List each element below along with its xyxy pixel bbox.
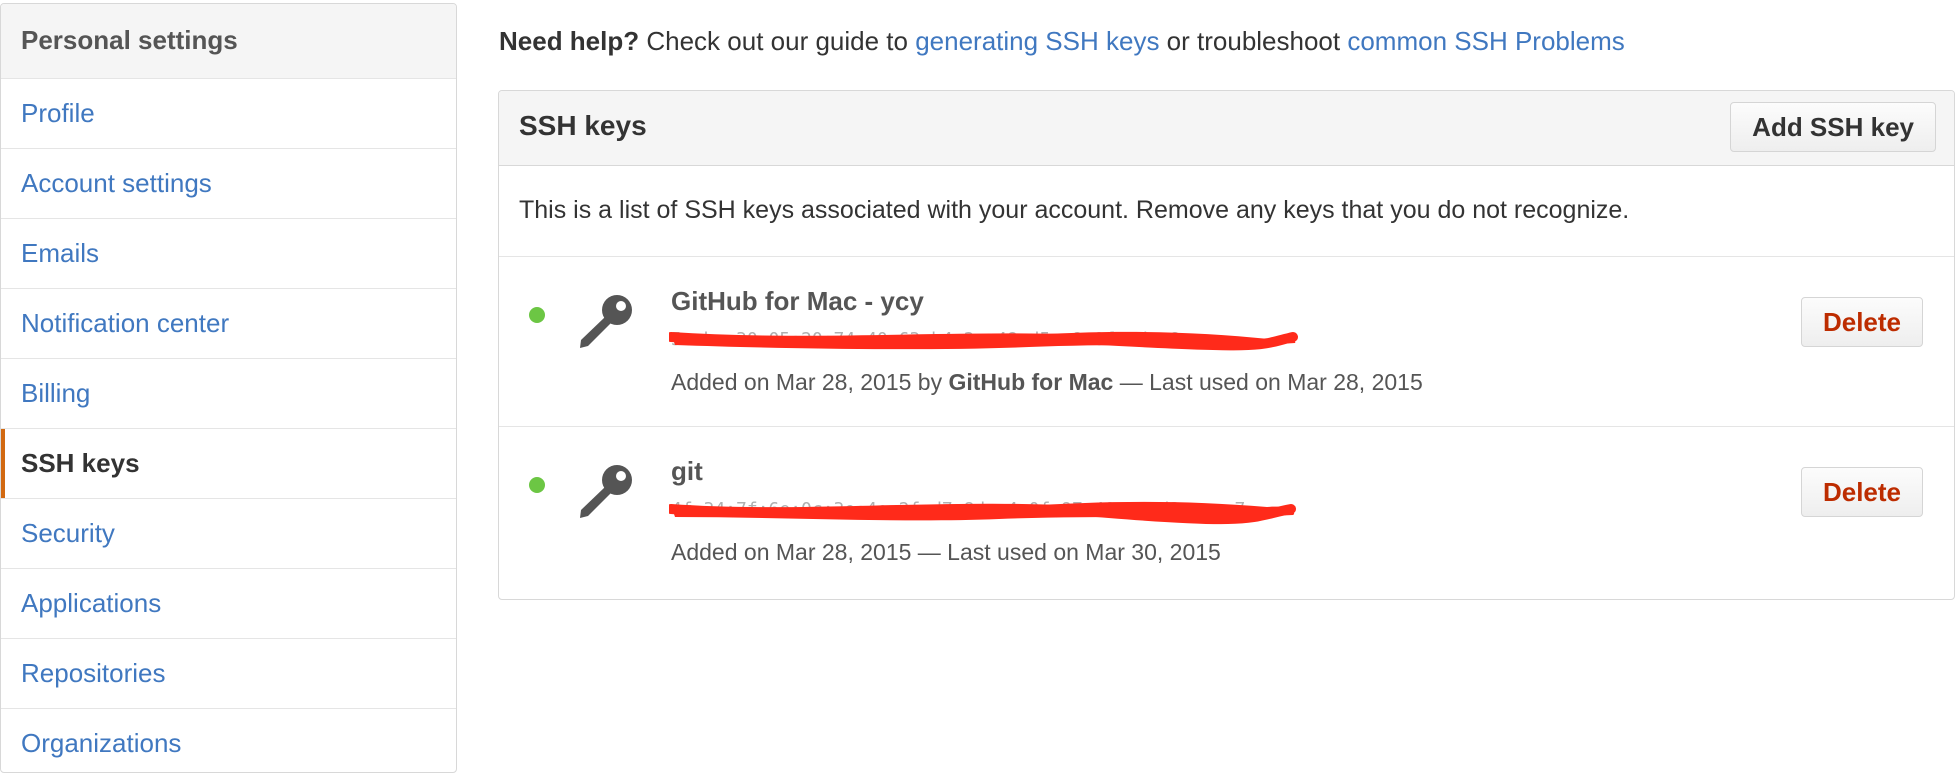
- generating-ssh-keys-link[interactable]: generating SSH keys: [915, 26, 1159, 56]
- help-text: Need help? Check out our guide to genera…: [499, 26, 1625, 57]
- redaction-scribble: [669, 501, 1296, 525]
- status-dot: [529, 477, 545, 493]
- delete-key-button[interactable]: Delete: [1801, 467, 1923, 517]
- ssh-keys-panel: SSH keys Add SSH key This is a list of S…: [498, 90, 1955, 600]
- help-text-part2: or troubleshoot: [1159, 26, 1348, 56]
- ssh-key-row: git 4f:34:7f:6e:0c:3e:4e:2f:d7:8d:e4:0f:…: [499, 427, 1954, 597]
- key-icon: [580, 465, 632, 518]
- key-meta: Added on Mar 28, 2015 — Last used on Mar…: [671, 539, 1221, 566]
- common-ssh-problems-link[interactable]: common SSH Problems: [1347, 26, 1624, 56]
- key-last-used: — Last used on Mar 28, 2015: [1113, 369, 1423, 395]
- panel-header: SSH keys Add SSH key: [499, 91, 1954, 166]
- delete-key-button[interactable]: Delete: [1801, 297, 1923, 347]
- key-added-date: Added on Mar 28, 2015 by: [671, 369, 949, 395]
- key-added-date: Added on Mar 28, 2015: [671, 539, 912, 565]
- add-ssh-key-button[interactable]: Add SSH key: [1730, 102, 1936, 152]
- sidebar-item-profile[interactable]: Profile: [1, 79, 456, 149]
- key-title: GitHub for Mac - ycy: [671, 286, 924, 316]
- panel-title: SSH keys: [519, 110, 647, 141]
- key-added-by: GitHub for Mac: [948, 369, 1114, 395]
- redaction-scribble: [669, 331, 1298, 351]
- sidebar-item-emails[interactable]: Emails: [1, 219, 456, 289]
- sidebar-item-notification-center[interactable]: Notification center: [1, 289, 456, 359]
- sidebar-item-ssh-keys[interactable]: SSH keys: [1, 429, 456, 499]
- key-last-used: — Last used on Mar 30, 2015: [911, 539, 1221, 565]
- ssh-key-row: GitHub for Mac - ycy 5c:be:30:05:20:74:4…: [499, 257, 1954, 427]
- key-title: git: [671, 456, 703, 486]
- sidebar-item-applications[interactable]: Applications: [1, 569, 456, 639]
- sidebar-item-account-settings[interactable]: Account settings: [1, 149, 456, 219]
- sidebar-item-repositories[interactable]: Repositories: [1, 639, 456, 709]
- help-text-part1: Check out our guide to: [639, 26, 916, 56]
- settings-sidebar: Personal settings Profile Account settin…: [0, 3, 457, 773]
- sidebar-item-billing[interactable]: Billing: [1, 359, 456, 429]
- status-dot: [529, 307, 545, 323]
- help-prefix: Need help?: [499, 26, 640, 56]
- key-meta: Added on Mar 28, 2015 by GitHub for Mac …: [671, 369, 1423, 396]
- key-icon: [580, 295, 632, 348]
- panel-description: This is a list of SSH keys associated wi…: [499, 166, 1954, 257]
- sidebar-header: Personal settings: [1, 4, 456, 79]
- sidebar-item-organizations[interactable]: Organizations: [1, 709, 456, 772]
- sidebar-item-security[interactable]: Security: [1, 499, 456, 569]
